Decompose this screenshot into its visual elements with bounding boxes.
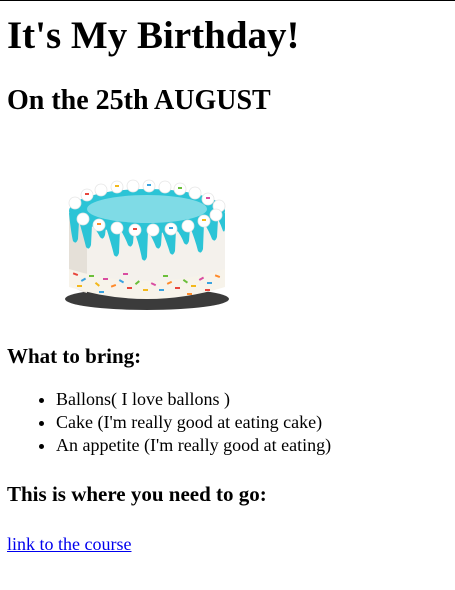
list-item: An appetite (I'm really good at eating) bbox=[56, 434, 448, 457]
birthday-cake-image bbox=[59, 173, 235, 315]
bring-heading: What to bring: bbox=[7, 344, 142, 369]
bring-list: Ballons( I love ballons ) Cake (I'm real… bbox=[7, 388, 448, 457]
list-item: Ballons( I love ballons ) bbox=[56, 388, 448, 411]
page-title: It's My Birthday! bbox=[7, 14, 300, 57]
date-heading: On the 25th AUGUST bbox=[7, 84, 271, 116]
directions-heading: This is where you need to go: bbox=[7, 482, 267, 507]
course-link[interactable]: link to the course bbox=[7, 534, 131, 554]
link-paragraph: link to the course bbox=[7, 533, 448, 556]
list-item: Cake (I'm really good at eating cake) bbox=[56, 411, 448, 434]
page-content: It's My Birthday! On the 25th AUGUST Wha… bbox=[0, 14, 455, 556]
